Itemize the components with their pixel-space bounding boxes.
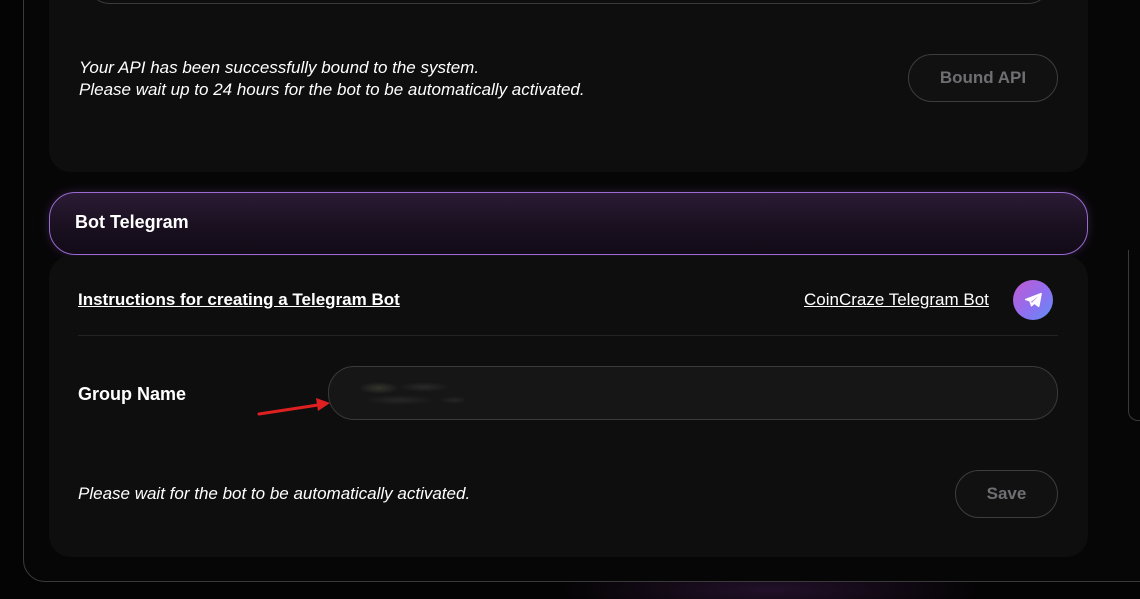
instructions-link[interactable]: Instructions for creating a Telegram Bot [78, 290, 400, 310]
annotation-arrow-icon [257, 398, 330, 416]
api-card: Your API has been successfully bound to … [49, 0, 1088, 172]
bot-status-message: Please wait for the bot to be automatica… [78, 484, 471, 503]
bound-api-button[interactable]: Bound API [908, 54, 1058, 102]
coincraze-bot-link[interactable]: CoinCraze Telegram Bot [804, 290, 989, 310]
paper-plane-icon [1024, 292, 1042, 308]
right-panel-edge [1128, 250, 1140, 421]
bot-telegram-card: Instructions for creating a Telegram Bot… [49, 256, 1088, 557]
bot-telegram-header[interactable]: Bot Telegram [49, 192, 1088, 255]
telegram-icon[interactable] [1013, 280, 1053, 320]
api-status-line-1: Your API has been successfully bound to … [79, 58, 480, 77]
api-status-line-2: Please wait up to 24 hours for the bot t… [79, 80, 585, 99]
section-divider [78, 335, 1058, 336]
api-key-field[interactable] [89, 0, 1049, 4]
group-name-input[interactable] [328, 366, 1058, 420]
group-name-label: Group Name [78, 384, 187, 404]
api-status-message: Your API has been successfully bound to … [79, 57, 585, 101]
section-title: Bot Telegram [75, 212, 189, 232]
save-button[interactable]: Save [955, 470, 1058, 518]
page: Your API has been successfully bound to … [0, 0, 1140, 599]
